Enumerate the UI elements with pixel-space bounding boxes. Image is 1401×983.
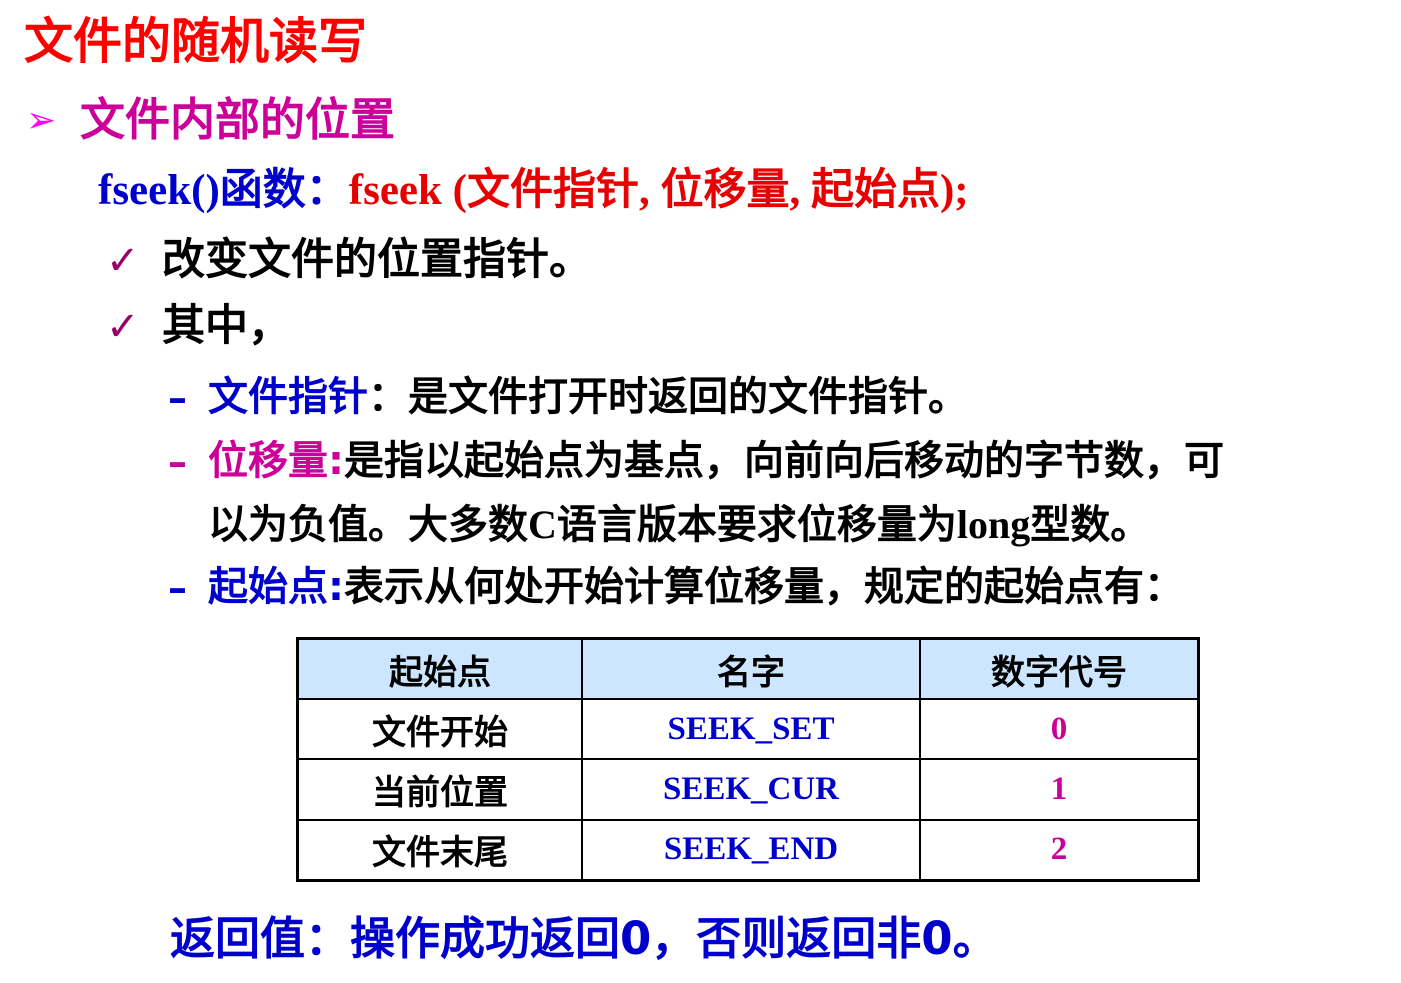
fseek-signature: fseek (文件指针, 位移量, 起始点); xyxy=(348,167,969,214)
check-icon: ✓ xyxy=(106,304,140,350)
table-row: 当前位置 SEEK_CUR 1 xyxy=(296,758,1200,821)
param-desc: ：是文件打开时返回的文件指针。 xyxy=(368,374,968,420)
header-code: 数字代号 xyxy=(919,637,1200,700)
bullet-where: 其中， xyxy=(162,301,291,351)
param-desc-long: long xyxy=(956,502,1031,547)
dash-bullet-icon: – xyxy=(168,376,187,420)
header-name: 名字 xyxy=(581,637,921,700)
table-row: 文件开始 SEEK_SET 0 xyxy=(296,697,1200,761)
dash-bullet-icon: – xyxy=(168,566,187,610)
param-desc: 语言版本要求位移量为 xyxy=(556,502,957,548)
cell-code: 2 xyxy=(919,818,1200,882)
check-icon: ✓ xyxy=(106,238,140,284)
header-origin: 起始点 xyxy=(296,637,583,700)
cell-origin: 文件末尾 xyxy=(296,818,583,882)
fseek-function-label: fseek()函数： xyxy=(98,167,349,214)
param-desc: 是指以起始点为基点，向前向后移动的字节数，可 xyxy=(344,438,1224,484)
param-term: 文件指针 xyxy=(208,374,368,420)
param-desc-c: C xyxy=(528,502,557,547)
param-desc: 以为负值。大多数 xyxy=(208,502,528,548)
param-term: 位移量: xyxy=(208,438,344,484)
cell-name: SEEK_SET xyxy=(581,697,921,761)
param-file-pointer: 文件指针：是文件打开时返回的文件指针。 xyxy=(208,370,968,424)
param-offset-continued: 以为负值。大多数C语言版本要求位移量为long型数。 xyxy=(208,498,1150,552)
arrow-bullet-icon: ➢ xyxy=(26,100,57,141)
section-heading: 文件内部的位置 xyxy=(80,93,396,146)
dash-bullet-icon: – xyxy=(168,440,187,484)
cell-origin: 当前位置 xyxy=(296,758,583,821)
fseek-prototype: fseek()函数：fseek (文件指针, 位移量, 起始点); xyxy=(98,162,969,220)
cell-origin: 文件开始 xyxy=(296,697,583,761)
page-title: 文件的随机读写 xyxy=(24,13,368,70)
table-row: 文件末尾 SEEK_END 2 xyxy=(296,818,1200,882)
param-desc: 型数。 xyxy=(1030,502,1151,548)
return-value-note: 返回值：操作成功返回0，否则返回非0。 xyxy=(170,912,998,965)
origin-table: 起始点 名字 数字代号 文件开始 SEEK_SET 0 当前位置 SEEK_CU… xyxy=(296,637,1200,882)
cell-code: 1 xyxy=(919,758,1200,821)
cell-name: SEEK_CUR xyxy=(581,758,921,821)
param-origin: 起始点:表示从何处开始计算位移量，规定的起始点有： xyxy=(208,560,1184,614)
bullet-change-pointer: 改变文件的位置指针。 xyxy=(162,235,592,285)
param-desc: 表示从何处开始计算位移量，规定的起始点有： xyxy=(344,564,1184,610)
cell-code: 0 xyxy=(919,697,1200,761)
param-offset: 位移量:是指以起始点为基点，向前向后移动的字节数，可 xyxy=(208,434,1224,488)
table-header-row: 起始点 名字 数字代号 xyxy=(296,637,1200,700)
cell-name: SEEK_END xyxy=(581,818,921,882)
param-term: 起始点: xyxy=(208,564,344,610)
